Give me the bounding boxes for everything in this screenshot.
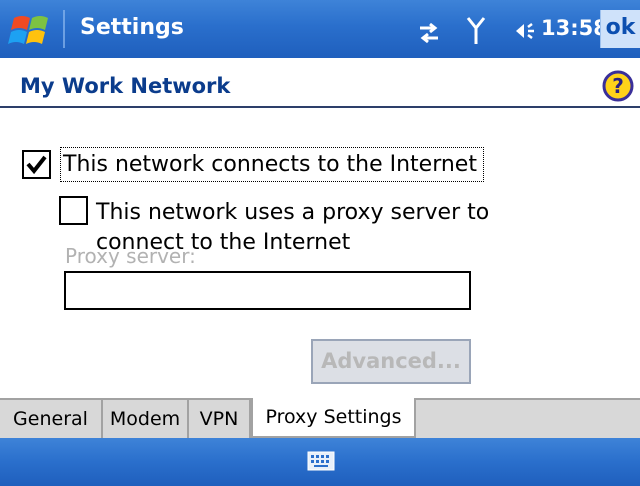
tab-vpn[interactable]: VPN bbox=[189, 400, 251, 438]
tab-general[interactable]: General bbox=[0, 400, 103, 438]
proxy-checkbox[interactable] bbox=[59, 196, 88, 225]
title-bar: Settings 13:58 ok bbox=[0, 0, 640, 58]
checkmark-icon bbox=[26, 155, 47, 175]
svg-text:?: ? bbox=[612, 74, 624, 98]
windows-start-icon[interactable] bbox=[8, 12, 56, 48]
clock[interactable]: 13:58 bbox=[541, 13, 608, 43]
title-divider bbox=[63, 10, 65, 48]
volume-icon[interactable] bbox=[514, 20, 542, 42]
proxy-server-input[interactable] bbox=[64, 271, 471, 310]
app-title: Settings bbox=[80, 15, 184, 40]
internet-checkbox-label[interactable]: This network connects to the Internet bbox=[60, 147, 484, 182]
help-icon[interactable]: ? bbox=[602, 70, 634, 102]
proxy-server-label: Proxy server: bbox=[65, 244, 196, 268]
header-divider bbox=[0, 106, 640, 108]
connectivity-icon[interactable] bbox=[418, 22, 440, 44]
bottom-bar bbox=[0, 438, 640, 486]
ok-button[interactable]: ok bbox=[600, 10, 640, 48]
tab-bar: General Modem VPN Proxy Settings bbox=[0, 398, 640, 438]
keyboard-icon[interactable] bbox=[307, 450, 335, 472]
page-title: My Work Network bbox=[20, 74, 231, 98]
page-header: My Work Network ? bbox=[0, 68, 640, 106]
tab-proxy-settings[interactable]: Proxy Settings bbox=[251, 398, 416, 438]
advanced-button[interactable]: Advanced... bbox=[311, 339, 471, 384]
tab-modem[interactable]: Modem bbox=[103, 400, 189, 438]
internet-checkbox[interactable] bbox=[22, 150, 51, 179]
signal-icon[interactable] bbox=[466, 16, 486, 46]
